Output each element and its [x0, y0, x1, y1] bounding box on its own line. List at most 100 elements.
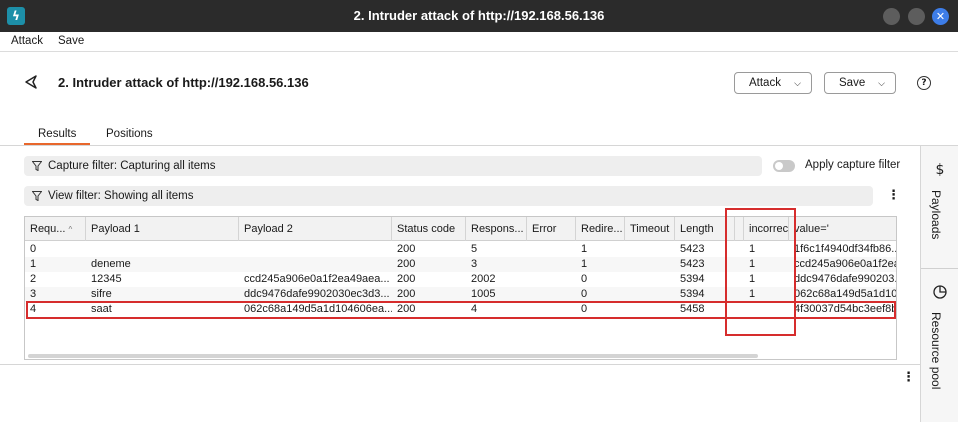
help-icon[interactable]: ? [917, 76, 931, 90]
cell-payload2: 062c68a149d5a1d104606ea... [244, 303, 392, 315]
cell-length: 5394 [680, 273, 705, 285]
svg-text:$: $ [936, 162, 945, 177]
cell-timeout [625, 272, 675, 287]
cell-redirects: 1 [581, 258, 588, 270]
payloads-panel-tab[interactable]: Payloads [929, 190, 943, 239]
save-dropdown-button[interactable]: Save ⌵ [824, 72, 896, 94]
table-row[interactable]: 2 12345 ccd245a906e0a1f2ea49aea... 200 2002 0… [25, 272, 897, 287]
cell-value: ccd245a906e0a1f2ea... [794, 258, 896, 270]
column-header-redirects[interactable]: Redire... [576, 217, 625, 241]
minimize-button[interactable] [883, 8, 900, 25]
tab-results[interactable]: Results [38, 128, 76, 140]
cell-error [527, 272, 576, 287]
column-header-status-code[interactable]: Status code [392, 217, 466, 241]
rail-divider [921, 268, 958, 269]
capture-filter-label: Capture filter: Capturing all items [48, 160, 216, 172]
column-header-length[interactable]: Length [675, 217, 735, 241]
table-row[interactable]: 4 saat 062c68a149d5a1d104606ea... 200 4 0 5458… [25, 302, 897, 317]
column-header-error[interactable]: Error [527, 217, 576, 241]
cell-redirects: 0 [581, 273, 588, 285]
menu-bar: Attack Save [0, 32, 958, 52]
panel-divider [0, 364, 920, 365]
cell-value: 062c68a149d5a1d104 [794, 288, 897, 300]
cell-length: 5394 [680, 288, 705, 300]
cell-error [527, 287, 576, 302]
window-titlebar: ϟ 2. Intruder attack of http://192.168.5… [0, 0, 958, 32]
cell-incorrect: 1 [749, 273, 756, 285]
cell-request: 0 [30, 243, 37, 255]
cell-payload1: sifre [91, 288, 112, 300]
cell-payload2 [239, 257, 392, 272]
cell-incorrect: 1 [749, 258, 756, 270]
funnel-icon [32, 161, 42, 171]
cell-status-code: 200 [397, 288, 416, 300]
view-options-kebab-icon[interactable]: ⋮ [887, 189, 900, 202]
column-header-response[interactable]: Respons... [466, 217, 527, 241]
capture-filter-bar[interactable]: Capture filter: Capturing all items [24, 156, 762, 176]
cell-request: 1 [30, 258, 37, 270]
column-header-value[interactable]: value=' [789, 217, 896, 241]
cell-length: 5423 [680, 258, 705, 270]
column-header-incorrect[interactable]: incorrect [744, 217, 789, 241]
cell-response: 1005 [471, 288, 496, 300]
apply-capture-filter-toggle[interactable] [773, 160, 795, 172]
send-arrow-icon[interactable] [23, 74, 39, 90]
attack-button-label: Attack [749, 77, 781, 89]
cell-redirects: 0 [581, 303, 588, 315]
cell-redirects: 0 [581, 288, 588, 300]
cell-response: 4 [471, 303, 478, 315]
cell-status-code: 200 [397, 258, 416, 270]
cell-timeout [625, 302, 675, 317]
cell-redirects: 1 [581, 243, 588, 255]
cell-blank [735, 272, 744, 287]
close-button[interactable]: ✕ [932, 8, 949, 25]
horizontal-scrollbar[interactable] [28, 354, 758, 358]
chevron-down-icon: ⌵ [794, 78, 801, 88]
window-title: 2. Intruder attack of http://192.168.56.… [353, 8, 605, 23]
cell-blank [735, 242, 744, 257]
cell-status-code: 200 [397, 303, 416, 315]
attack-dropdown-button[interactable]: Attack ⌵ [734, 72, 812, 94]
cell-payload1: 12345 [91, 273, 122, 285]
sort-ascending-icon: ^ [68, 225, 73, 234]
tab-positions[interactable]: Positions [106, 128, 153, 140]
column-header-payload1[interactable]: Payload 1 [86, 217, 239, 241]
cell-blank [735, 287, 744, 302]
cell-timeout [625, 242, 675, 257]
cell-payload2: ddc9476dafe9902030ec3d3... [244, 288, 390, 300]
pie-chart-icon[interactable] [932, 284, 948, 300]
results-panel: Capture filter: Capturing all items Appl… [0, 146, 920, 422]
dollar-icon[interactable]: $ [932, 161, 948, 177]
cell-incorrect: 1 [749, 288, 756, 300]
table-row[interactable]: 1 deneme 200 3 1 5423 1 ccd245a906e0a1f2ea... [25, 257, 896, 272]
results-table: Requ... ^ Payload 1 Payload 2 Status code… [24, 216, 897, 360]
cell-status-code: 200 [397, 243, 416, 255]
cell-value: ddc9476dafe990203... [794, 273, 897, 285]
cell-payload1: saat [91, 303, 112, 315]
cell-value: 4f30037d54bc3eef8b [794, 303, 897, 315]
cell-blank [735, 257, 744, 272]
cell-error [527, 257, 576, 272]
funnel-icon [32, 191, 42, 201]
table-row[interactable]: 3 sifre ddc9476dafe9902030ec3d3... 200 1005 0… [25, 287, 897, 302]
close-icon: ✕ [935, 10, 946, 23]
view-filter-bar[interactable]: View filter: Showing all items [24, 186, 873, 206]
maximize-button[interactable] [908, 8, 925, 25]
menu-item-attack[interactable]: Attack [11, 35, 43, 47]
column-header-payload2[interactable]: Payload 2 [239, 217, 392, 241]
cell-response: 3 [471, 258, 478, 270]
cell-length: 5423 [680, 243, 705, 255]
menu-item-save[interactable]: Save [58, 35, 84, 47]
column-header-request[interactable]: Requ... ^ [25, 217, 86, 241]
page-title: 2. Intruder attack of http://192.168.56.… [58, 75, 309, 90]
table-row[interactable]: 0 200 5 1 5423 1 1f6c1f4940df34fb86... [25, 242, 896, 257]
lower-pane-kebab-icon[interactable]: ⋮ [902, 371, 915, 384]
save-button-label: Save [839, 77, 866, 89]
column-header-blank[interactable] [735, 217, 744, 241]
resource-pool-panel-tab[interactable]: Resource pool [929, 312, 943, 389]
cell-response: 2002 [471, 273, 496, 285]
view-filter-label: View filter: Showing all items [48, 190, 194, 202]
column-header-timeout[interactable]: Timeout [625, 217, 675, 241]
cell-blank [735, 302, 744, 317]
cell-payload1: deneme [91, 258, 131, 270]
